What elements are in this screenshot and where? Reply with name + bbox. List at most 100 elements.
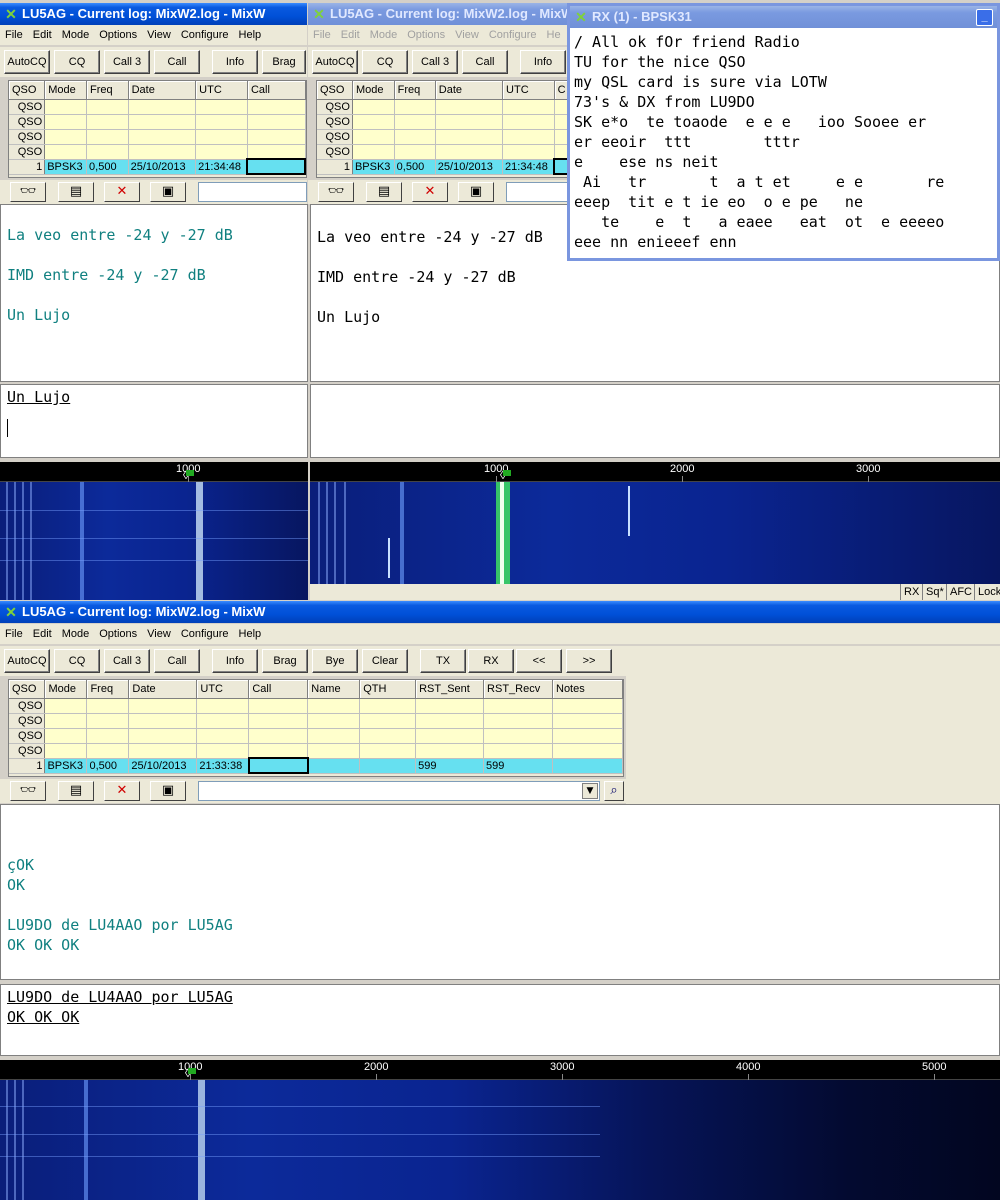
menu-options[interactable]: Options (402, 25, 450, 45)
table-row[interactable]: QSO (9, 144, 306, 160)
col-qth[interactable]: QTH (359, 680, 417, 699)
table-row[interactable]: QSO (9, 129, 306, 145)
table-row-current[interactable]: 1 BPSK3 0,500 25/10/2013 21:34:48 (9, 158, 306, 175)
call-button[interactable]: Call (462, 50, 508, 74)
menu-help[interactable]: Help (234, 624, 267, 644)
table-row[interactable]: QSO (317, 99, 569, 115)
left-window-titlebar[interactable]: ✕ LU5AG - Current log: MixW2.log - MixW (0, 3, 307, 25)
mid-waterfall[interactable]: 1000 2000 3000 ◊ (310, 462, 1000, 584)
table-row[interactable]: QSO (9, 743, 623, 759)
mid-call-input[interactable] (506, 182, 570, 202)
col-date[interactable]: Date (435, 81, 504, 100)
rx-window[interactable]: ✕ RX (1) - BPSK31 _ / All ok fOr friend … (567, 3, 1000, 261)
minimize-button[interactable]: _ (976, 9, 993, 26)
col-utc[interactable]: UTC (196, 680, 250, 699)
notes-icon[interactable]: ▤ (58, 781, 94, 801)
table-row-current[interactable]: 1 BPSK3 0,500 25/10/2013 21:33:38 599 599 (9, 757, 623, 774)
menu-edit[interactable]: Edit (28, 25, 57, 45)
menu-file[interactable]: File (0, 25, 28, 45)
rx-indicator[interactable]: RX (900, 584, 919, 600)
cq-button[interactable]: CQ (54, 50, 100, 74)
menu-edit[interactable]: Edit (28, 624, 57, 644)
menu-options[interactable]: Options (94, 25, 142, 45)
left-rx-pane[interactable]: La veo entre -24 y -27 dB​IMD entre -24 … (0, 204, 308, 382)
menu-view[interactable]: View (142, 624, 176, 644)
menu-view[interactable]: View (142, 25, 176, 45)
col-freq[interactable]: Freq (86, 680, 130, 699)
col-notes[interactable]: Notes (552, 680, 623, 699)
brag-button[interactable]: Brag (262, 649, 308, 673)
menu-configure[interactable]: Configure (176, 25, 234, 45)
menu-help[interactable]: He (542, 25, 566, 45)
menu-file[interactable]: File (308, 25, 336, 45)
col-freq[interactable]: Freq (394, 81, 436, 100)
notes-cell[interactable] (552, 758, 623, 774)
tx-button[interactable]: TX (420, 649, 466, 673)
col-utc[interactable]: UTC (195, 81, 248, 100)
call3-button[interactable]: Call 3 (412, 50, 458, 74)
col-call[interactable]: C (554, 81, 569, 100)
info-button[interactable]: Info (212, 50, 258, 74)
menu-edit[interactable]: Edit (336, 25, 365, 45)
menu-options[interactable]: Options (94, 624, 142, 644)
col-freq[interactable]: Freq (86, 81, 129, 100)
delete-icon[interactable]: ✕ (412, 182, 448, 202)
col-call[interactable]: Call (248, 680, 309, 699)
menu-mode[interactable]: Mode (365, 25, 403, 45)
col-rst-recv[interactable]: RST_Recv (483, 680, 553, 699)
qth-cell[interactable] (359, 758, 417, 774)
lookup-icon[interactable]: 👓︎ (10, 182, 46, 202)
main-window-titlebar[interactable]: ✕ LU5AG - Current log: MixW2.log - MixW (0, 601, 1000, 623)
table-row[interactable]: QSO (9, 713, 623, 729)
col-utc[interactable]: UTC (502, 81, 555, 100)
menu-help[interactable]: Help (234, 25, 267, 45)
clear-button[interactable]: Clear (362, 649, 408, 673)
table-row[interactable]: QSO (9, 728, 623, 744)
cq-button[interactable]: CQ (54, 649, 100, 673)
squelch-indicator[interactable]: Sq* (922, 584, 944, 600)
left-tx-pane[interactable]: Un Lujo (0, 384, 308, 458)
table-row[interactable]: QSO (9, 114, 306, 130)
left-waterfall[interactable]: 1000 ◊ (0, 462, 308, 600)
main-rx-pane[interactable]: ​​çOKOK​LU9DO de LU4AAO por LU5AGOK OK O… (0, 804, 1000, 980)
prev-button[interactable]: << (516, 649, 562, 673)
col-rst-sent[interactable]: RST_Sent (415, 680, 485, 699)
menu-view[interactable]: View (450, 25, 484, 45)
col-date[interactable]: Date (128, 680, 198, 699)
save-icon[interactable]: ▣ (150, 182, 186, 202)
autocq-button[interactable]: AutoCQ (312, 50, 358, 74)
menu-configure[interactable]: Configure (484, 25, 542, 45)
call-cell[interactable] (247, 757, 309, 774)
afc-indicator[interactable]: AFC (946, 584, 972, 600)
call-button[interactable]: Call (154, 649, 200, 673)
col-mode[interactable]: Mode (44, 81, 88, 100)
call-cell[interactable] (246, 158, 306, 175)
autocq-button[interactable]: AutoCQ (4, 50, 50, 74)
info-button[interactable]: Info (520, 50, 566, 74)
brag-button[interactable]: Brag (262, 50, 306, 74)
mid-tx-pane[interactable] (310, 384, 1000, 458)
col-name[interactable]: Name (307, 680, 361, 699)
left-log-grid[interactable]: QSO Mode Freq Date UTC Call QSO QSO QSO QSO 1… (8, 80, 307, 178)
menu-mode[interactable]: Mode (57, 624, 95, 644)
autocq-button[interactable]: AutoCQ (4, 649, 50, 673)
call-cell[interactable] (553, 158, 569, 175)
col-call[interactable]: Call (247, 81, 306, 100)
lock-indicator[interactable]: Lock (974, 584, 1000, 600)
table-row[interactable]: QSO (9, 99, 306, 115)
mid-log-grid[interactable]: QSO Mode Freq Date UTC C QSO QSO QSO QSO 1 BPS… (316, 80, 570, 178)
left-call-input[interactable] (198, 182, 307, 202)
call-button[interactable]: Call (154, 50, 200, 74)
name-cell[interactable] (307, 758, 361, 774)
main-call-input[interactable]: ▼ (198, 781, 600, 801)
table-row[interactable]: QSO (9, 698, 623, 714)
notes-icon[interactable]: ▤ (58, 182, 94, 202)
search-icon[interactable]: ⌕ (604, 781, 624, 801)
delete-icon[interactable]: ✕ (104, 182, 140, 202)
chevron-down-icon[interactable]: ▼ (582, 783, 598, 799)
table-row[interactable]: QSO (317, 114, 569, 130)
delete-icon[interactable]: ✕ (104, 781, 140, 801)
col-mode[interactable]: Mode (44, 680, 88, 699)
rx-button[interactable]: RX (468, 649, 514, 673)
bye-button[interactable]: Bye (312, 649, 358, 673)
